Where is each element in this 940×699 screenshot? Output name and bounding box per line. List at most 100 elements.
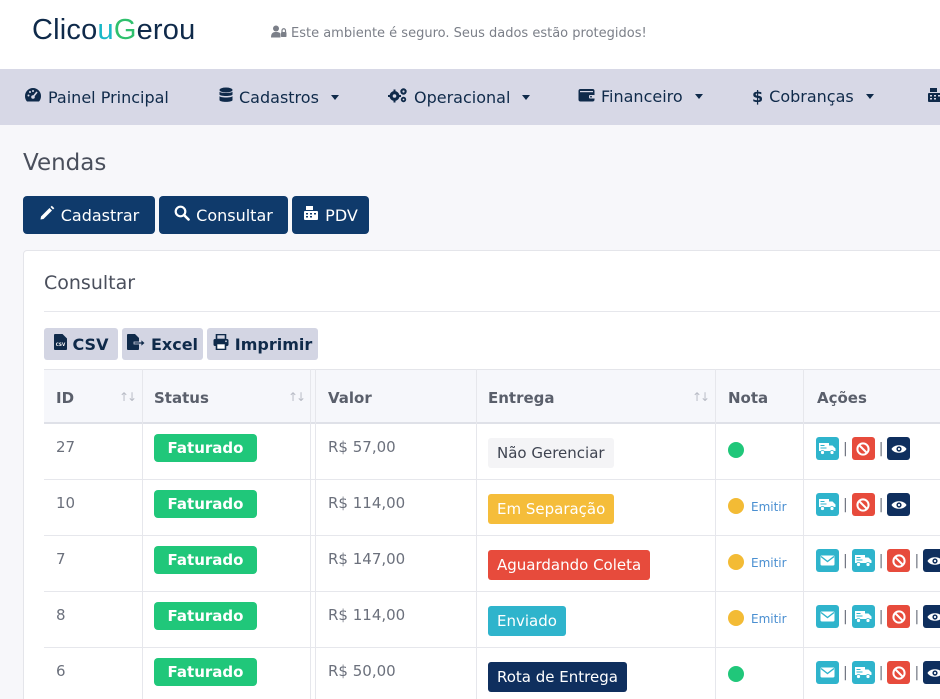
logo[interactable]: ClicouGerou bbox=[32, 14, 195, 47]
search-icon bbox=[174, 205, 190, 225]
column-header-nota[interactable]: Nota bbox=[728, 389, 768, 407]
separator: | bbox=[878, 552, 884, 569]
pdv-button[interactable]: PDV bbox=[292, 196, 369, 234]
emitir-link[interactable]: Emitir bbox=[751, 612, 787, 626]
eye-icon[interactable] bbox=[923, 661, 940, 684]
truck-icon[interactable] bbox=[816, 493, 839, 516]
envelope-icon[interactable] bbox=[816, 549, 839, 572]
eye-icon[interactable] bbox=[923, 605, 940, 628]
cell-valor: R$ 114,00 bbox=[328, 494, 406, 512]
table-row: 10 Faturado R$ 114,00 Em Separação Emitir | | bbox=[44, 480, 940, 536]
cash-register-icon bbox=[927, 87, 940, 107]
table-row: 27 Faturado R$ 57,00 Não Gerenciar | | bbox=[44, 424, 940, 480]
status-badge: Faturado bbox=[154, 546, 257, 574]
button-label: Imprimir bbox=[234, 334, 313, 354]
truck-icon[interactable] bbox=[851, 661, 875, 684]
cell-id: 7 bbox=[56, 550, 66, 568]
cancel-icon[interactable] bbox=[851, 437, 875, 460]
nav-label: Cobranças bbox=[769, 87, 854, 106]
sort-icon[interactable]: ↑↓ bbox=[288, 390, 306, 404]
cancel-icon[interactable] bbox=[887, 605, 911, 628]
cancel-icon[interactable] bbox=[887, 549, 911, 572]
entrega-badge: Enviado bbox=[488, 606, 566, 636]
column-header-valor[interactable]: Valor bbox=[328, 389, 372, 407]
cancel-icon[interactable] bbox=[851, 493, 875, 516]
separator: | bbox=[843, 496, 848, 513]
button-label: Cadastrar bbox=[60, 205, 140, 225]
column-header-entrega[interactable]: Entrega bbox=[488, 389, 555, 407]
column-header-status[interactable]: Status bbox=[154, 389, 209, 407]
separator: | bbox=[914, 608, 920, 625]
entrega-badge: Não Gerenciar bbox=[488, 438, 614, 468]
nav-cadastros[interactable]: Cadastros bbox=[219, 87, 339, 107]
nav-operacional[interactable]: Operacional bbox=[388, 87, 531, 107]
cell-valor: R$ 147,00 bbox=[328, 550, 406, 568]
row-actions: | | bbox=[816, 493, 911, 516]
emitir-link[interactable]: Emitir bbox=[751, 556, 787, 570]
caret-down-icon bbox=[330, 94, 339, 100]
column-header-id[interactable]: ID bbox=[56, 389, 74, 407]
database-icon bbox=[219, 87, 233, 107]
sort-icon[interactable]: ↑↓ bbox=[119, 390, 137, 404]
table-row: 8 Faturado R$ 114,00 Enviado Emitir | | | bbox=[44, 592, 940, 648]
separator: | bbox=[914, 552, 920, 569]
eye-icon[interactable] bbox=[923, 549, 940, 572]
print-icon bbox=[213, 333, 229, 354]
emitir-link[interactable]: Emitir bbox=[751, 500, 787, 514]
logo-text-4: erou bbox=[136, 14, 196, 46]
export-csv-button[interactable]: CSV CSV bbox=[44, 328, 118, 360]
separator: | bbox=[914, 664, 920, 681]
separator: | bbox=[843, 440, 848, 457]
nav-cobrancas[interactable]: $ Cobranças bbox=[752, 87, 874, 106]
table-row: 6 Faturado R$ 50,00 Rota de Entrega | | | bbox=[44, 648, 940, 699]
eye-icon[interactable] bbox=[887, 437, 911, 460]
nav-financeiro[interactable]: Financeiro bbox=[578, 87, 703, 106]
cell-id: 27 bbox=[56, 438, 76, 456]
nav-painel-principal[interactable]: Painel Principal bbox=[24, 87, 169, 107]
sort-icon[interactable]: ↑↓ bbox=[692, 390, 710, 404]
truck-icon[interactable] bbox=[816, 437, 839, 460]
security-notice: Este ambiente é seguro. Seus dados estão… bbox=[271, 25, 647, 42]
user-lock-icon bbox=[271, 25, 287, 42]
button-label: PDV bbox=[325, 205, 358, 225]
logo-text-3: G bbox=[113, 14, 137, 46]
row-actions: | | | bbox=[816, 549, 940, 572]
divider bbox=[44, 311, 940, 312]
nav-item-partial[interactable] bbox=[927, 87, 940, 107]
separator: | bbox=[878, 608, 884, 625]
cell-id: 10 bbox=[56, 494, 76, 512]
envelope-icon[interactable] bbox=[816, 661, 839, 684]
entrega-badge: Rota de Entrega bbox=[488, 662, 627, 692]
pencil-icon bbox=[39, 205, 55, 225]
status-badge: Faturado bbox=[154, 434, 257, 462]
row-actions: | | | bbox=[816, 661, 940, 684]
consultar-button[interactable]: Consultar bbox=[159, 196, 288, 234]
print-button[interactable]: Imprimir bbox=[207, 328, 318, 360]
envelope-icon[interactable] bbox=[816, 605, 839, 628]
cancel-icon[interactable] bbox=[887, 661, 911, 684]
nav-label: Operacional bbox=[414, 87, 511, 107]
logo-text-1: Clico bbox=[32, 14, 98, 46]
caret-down-icon bbox=[522, 94, 531, 100]
separator: | bbox=[878, 664, 884, 681]
nota-status-dot bbox=[728, 498, 744, 514]
separator: | bbox=[843, 552, 848, 569]
separator: | bbox=[878, 440, 884, 457]
cell-valor: R$ 57,00 bbox=[328, 438, 396, 456]
cadastrar-button[interactable]: Cadastrar bbox=[23, 196, 155, 234]
svg-text:CSV: CSV bbox=[55, 342, 65, 347]
truck-icon[interactable] bbox=[851, 605, 875, 628]
file-export-icon bbox=[126, 334, 146, 354]
cell-id: 8 bbox=[56, 606, 66, 624]
table-header: ID ↑↓ Status ↑↓ Valor Entrega ↑↓ Nota Aç… bbox=[44, 369, 940, 424]
separator: | bbox=[843, 608, 848, 625]
truck-icon[interactable] bbox=[851, 549, 875, 572]
dashboard-icon bbox=[24, 87, 42, 107]
button-label: Consultar bbox=[196, 205, 273, 225]
export-excel-button[interactable]: Excel bbox=[122, 328, 203, 360]
eye-icon[interactable] bbox=[887, 493, 911, 516]
nota-status-dot bbox=[728, 554, 744, 570]
column-header-acoes: Ações bbox=[817, 389, 867, 407]
separator: | bbox=[878, 496, 884, 513]
main-navbar: Painel Principal Cadastros Operacional F… bbox=[0, 69, 940, 125]
